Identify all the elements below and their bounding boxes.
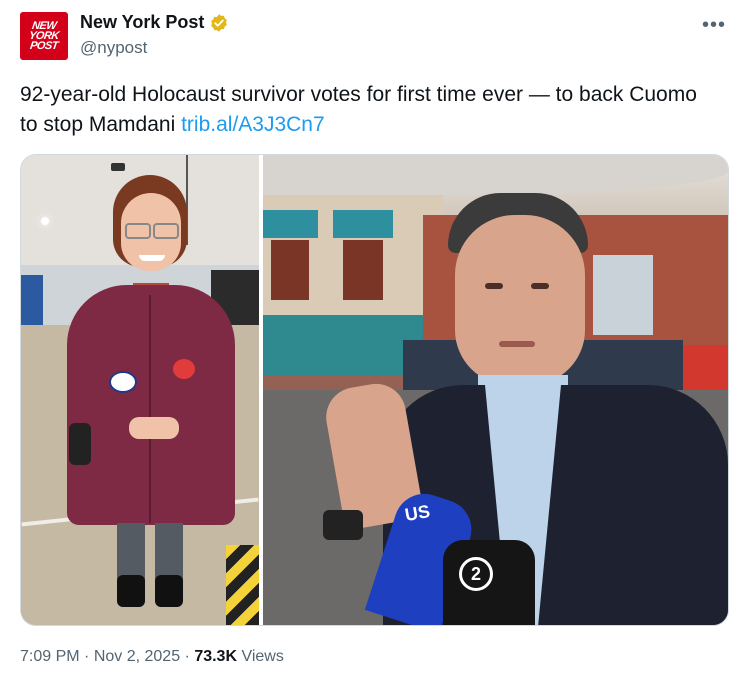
display-name[interactable]: New York Post <box>80 12 204 33</box>
post-time[interactable]: 7:09 PM <box>20 648 80 665</box>
mic-label-cbs: 2 <box>459 557 493 591</box>
media-grid: US 2 <box>20 154 729 626</box>
red-sticker <box>173 359 195 379</box>
views-label: Views <box>241 648 284 665</box>
man-mouth <box>499 341 535 347</box>
ceiling-lamp <box>41 217 49 225</box>
glasses-left <box>125 223 151 239</box>
wristwatch <box>323 510 363 540</box>
vote-sticker <box>109 371 137 393</box>
verified-badge-icon <box>211 13 228 32</box>
man-eye-left <box>485 283 503 289</box>
more-options-icon[interactable]: ••• <box>702 14 726 37</box>
handbag <box>69 423 91 465</box>
man-eye-right <box>531 283 549 289</box>
tweet-body: 92-year-old Holocaust survivor votes for… <box>20 83 697 136</box>
shoe-right <box>155 575 183 607</box>
tweet: NEW YORK POST New York Post @nypost ••• … <box>0 0 742 673</box>
author-handle[interactable]: @nypost <box>80 38 147 58</box>
caution-stripe <box>226 545 259 625</box>
ceiling-light <box>111 163 125 171</box>
jacket <box>67 285 235 525</box>
tweet-meta: 7:09 PM · Nov 2, 2025 · 73.3K Views <box>20 648 284 666</box>
window-1 <box>271 240 309 300</box>
smile <box>139 255 165 261</box>
man-face <box>455 215 585 385</box>
shoe-left <box>117 575 145 607</box>
author-name-row: New York Post <box>80 12 229 33</box>
jacket-zipper <box>149 295 151 523</box>
photo-survivor[interactable] <box>21 155 259 625</box>
window-awning-2 <box>333 210 393 238</box>
meta-separator-2: · <box>180 648 195 665</box>
window-awning-1 <box>263 210 318 238</box>
avatar-line-3: POST <box>29 40 59 52</box>
tweet-text: 92-year-old Holocaust survivor votes for… <box>20 80 720 140</box>
hands <box>129 417 179 439</box>
photo-cuomo[interactable]: US 2 <box>263 155 728 625</box>
tweet-link[interactable]: trib.al/A3J3Cn7 <box>181 113 325 136</box>
awning-top <box>263 155 728 195</box>
window-3 <box>593 255 653 335</box>
blue-board <box>21 275 43 325</box>
avatar[interactable]: NEW YORK POST <box>20 12 68 60</box>
post-date[interactable]: Nov 2, 2025 <box>94 648 180 665</box>
mic-label-us: US <box>403 500 432 526</box>
views-count: 73.3K <box>194 648 238 665</box>
meta-separator-1: · <box>79 648 94 665</box>
window-2 <box>343 240 383 300</box>
glasses-right <box>153 223 179 239</box>
storefront <box>263 315 423 375</box>
